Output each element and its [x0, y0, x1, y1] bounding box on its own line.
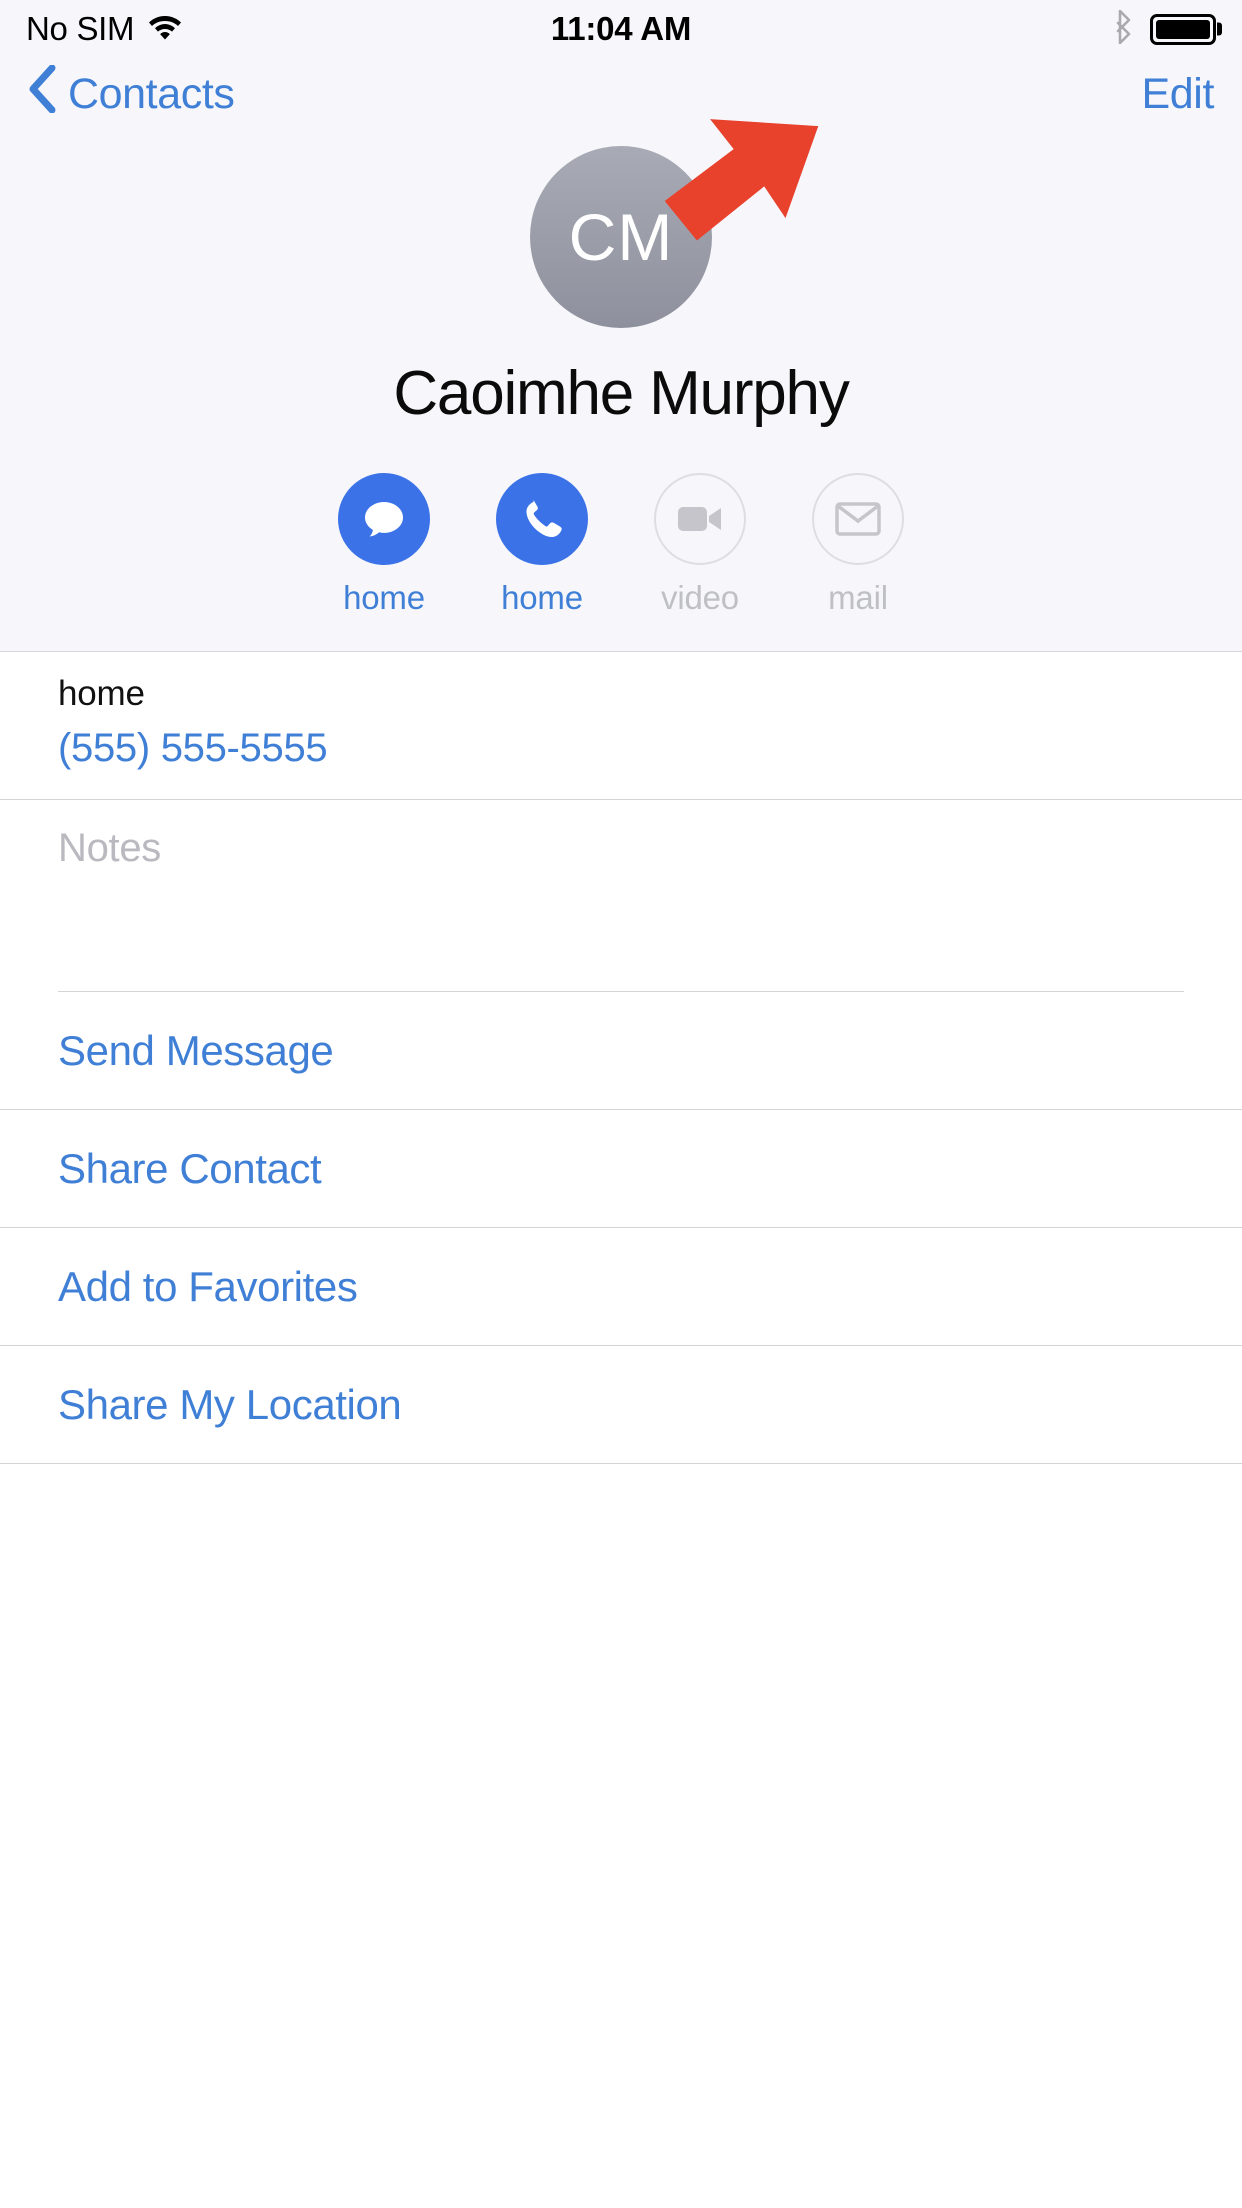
add-to-favorites-label: Add to Favorites	[58, 1262, 358, 1310]
share-contact-row[interactable]: Share Contact	[0, 1110, 1242, 1228]
notes-row[interactable]: Notes	[0, 800, 1242, 991]
edit-button[interactable]: Edit	[1142, 70, 1215, 119]
phone-row[interactable]: home (555) 555-5555	[0, 652, 1242, 800]
phone-icon	[496, 473, 588, 565]
chevron-left-icon	[28, 64, 56, 124]
action-message-label: home	[343, 579, 425, 616]
action-call-label: home	[501, 579, 583, 616]
contact-name: Caoimhe Murphy	[393, 359, 849, 428]
share-my-location-label: Share My Location	[58, 1380, 402, 1428]
back-button[interactable]: Contacts	[28, 64, 235, 124]
action-mail-label: mail	[828, 579, 888, 616]
status-bar: No SIM 11:04 AM	[0, 0, 1242, 58]
send-message-label: Send Message	[58, 1026, 334, 1074]
video-camera-icon	[654, 473, 746, 565]
wifi-icon	[148, 13, 182, 45]
battery-fill	[1156, 19, 1210, 39]
contact-header: CM Caoimhe Murphy home home video mail	[0, 130, 1242, 652]
action-video: video	[621, 473, 779, 617]
bluetooth-icon	[1114, 9, 1134, 49]
add-to-favorites-row[interactable]: Add to Favorites	[0, 1228, 1242, 1346]
action-call[interactable]: home	[463, 473, 621, 617]
status-bar-left: No SIM	[26, 10, 182, 48]
navigation-bar: Contacts Edit	[0, 58, 1242, 130]
action-mail: mail	[779, 473, 937, 617]
share-my-location-row[interactable]: Share My Location	[0, 1346, 1242, 1464]
phone-label: home	[58, 674, 145, 713]
message-icon	[338, 473, 430, 565]
notes-placeholder: Notes	[58, 826, 161, 870]
action-message[interactable]: home	[305, 473, 463, 617]
carrier-label: No SIM	[26, 10, 135, 47]
contact-action-row: home home video mail	[305, 473, 937, 617]
status-bar-center: 11:04 AM	[0, 0, 1242, 58]
notes-input[interactable]	[58, 871, 1184, 991]
share-contact-label: Share Contact	[58, 1144, 322, 1192]
contact-detail-list: home (555) 555-5555 Notes Send Message S…	[0, 652, 1242, 1464]
avatar-initials: CM	[568, 200, 674, 274]
back-button-label: Contacts	[68, 69, 235, 118]
send-message-row[interactable]: Send Message	[0, 992, 1242, 1110]
action-video-label: video	[661, 579, 739, 616]
battery-icon	[1150, 13, 1216, 45]
status-bar-right	[1114, 9, 1216, 49]
avatar[interactable]: CM	[530, 146, 712, 328]
phone-value[interactable]: (555) 555-5555	[58, 714, 1184, 799]
mail-icon	[812, 473, 904, 565]
clock-label: 11:04 AM	[550, 10, 692, 47]
